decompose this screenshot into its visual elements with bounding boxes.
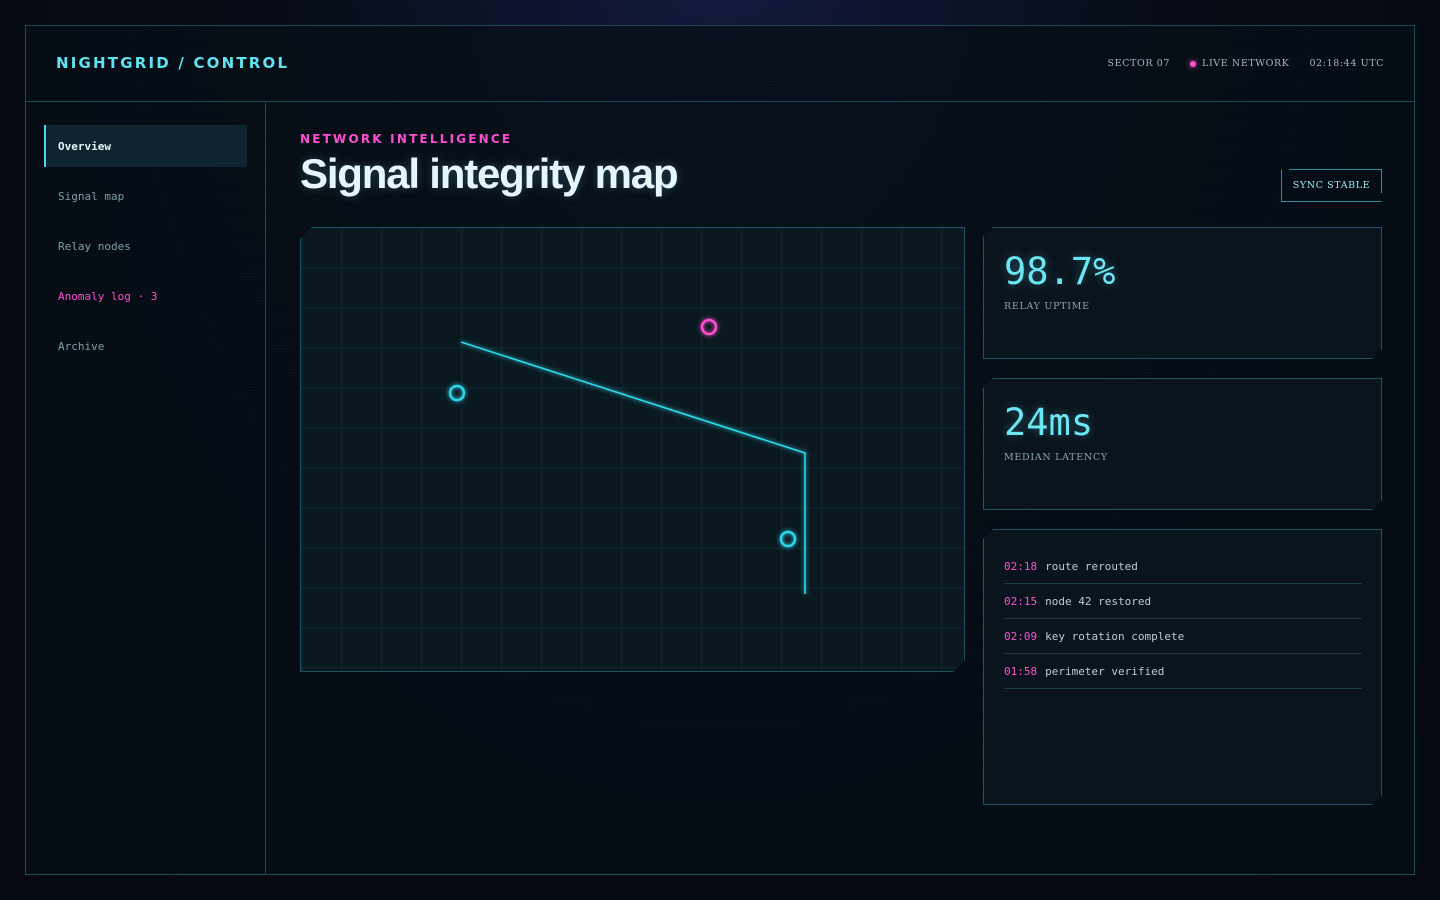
log-time: 02:15 [1004,594,1038,608]
signal-map[interactable] [300,227,965,672]
sidebar-item-label: Relay nodes [58,239,131,253]
event-log-list: 02:18 route rerouted 02:15 node 42 resto… [1004,549,1362,689]
median-latency-card: 24ms MEDIAN LATENCY [983,378,1382,510]
sector-label: SECTOR 07 [1107,58,1171,69]
sidebar-item-archive[interactable]: Archive [44,325,247,367]
log-entry: 02:18 route rerouted [1004,549,1362,584]
app-frame: NIGHTGRID / CONTROL SECTOR 07 LIVE NETWO… [25,25,1415,875]
live-dot-icon [1190,60,1197,67]
signal-map-canvas [301,228,966,673]
sidebar-item-overview[interactable]: Overview [44,125,247,167]
relay-node-marker[interactable] [781,532,795,546]
log-entry: 01:58 perimeter verified [1004,654,1362,689]
sidebar-item-anomaly-log[interactable]: Anomaly log · 3 [44,275,247,317]
log-text: perimeter verified [1045,664,1165,678]
page-title: Signal integrity map [300,150,679,197]
median-latency-label: MEDIAN LATENCY [1004,452,1108,463]
sync-status-badge: SYNC STABLE [1281,169,1382,202]
live-network-label: LIVE NETWORK [1202,58,1290,69]
log-time: 02:18 [1004,559,1038,573]
sidebar-item-label: Overview [58,139,111,153]
log-text: key rotation complete [1045,629,1185,643]
relay-uptime-value: 98.7% [1004,250,1116,293]
log-entry: 02:15 node 42 restored [1004,584,1362,619]
sidebar-item-relay-nodes[interactable]: Relay nodes [44,225,247,267]
sidebar-item-label: Signal map [58,189,125,203]
median-latency-value: 24ms [1004,401,1094,444]
live-network-indicator: LIVE NETWORK [1190,58,1289,69]
log-time: 02:09 [1004,629,1038,643]
sidebar-item-label: Archive [58,339,105,353]
log-text: node 42 restored [1045,594,1152,608]
signal-route-line [461,342,805,594]
event-log-panel: 02:18 route rerouted 02:15 node 42 resto… [983,529,1382,805]
log-entry: 02:09 key rotation complete [1004,619,1362,654]
sidebar-item-label: Anomaly log · 3 [58,289,158,303]
section-eyebrow: NETWORK INTELLIGENCE [300,132,513,146]
relay-uptime-card: 98.7% RELAY UPTIME [983,227,1382,359]
log-time: 01:58 [1004,664,1038,678]
log-text: route rerouted [1045,559,1138,573]
utc-clock: 02:18:44 UTC [1309,58,1384,69]
sidebar-item-signal-map[interactable]: Signal map [44,175,247,217]
anomaly-node-marker[interactable] [702,320,716,334]
sidebar: Overview Signal map Relay nodes Anomaly … [26,102,266,874]
status-bar: SECTOR 07 LIVE NETWORK 02:18:44 UTC [1108,58,1384,69]
relay-uptime-label: RELAY UPTIME [1004,301,1090,312]
relay-node-marker[interactable] [450,386,464,400]
top-bar: NIGHTGRID / CONTROL SECTOR 07 LIVE NETWO… [26,26,1414,102]
app-brand: NIGHTGRID / CONTROL [56,54,290,72]
